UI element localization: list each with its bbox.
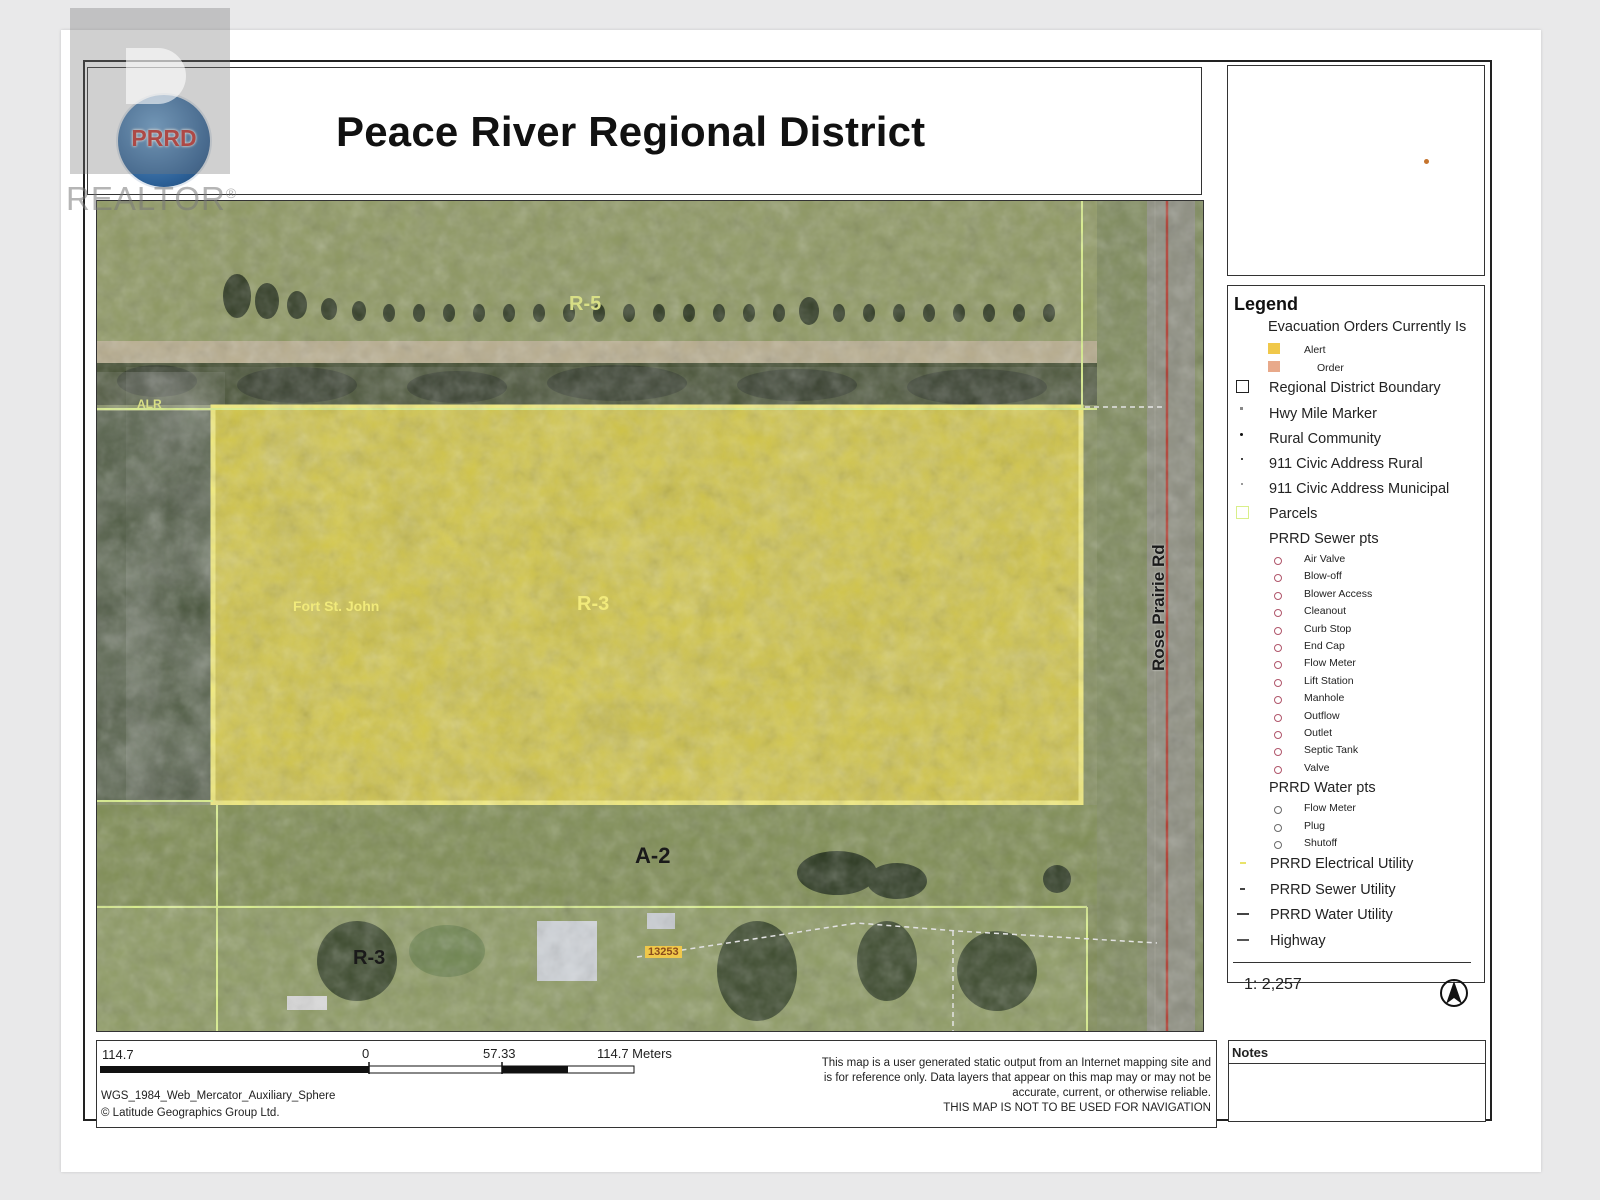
disclaimer-line-4: THIS MAP IS NOT TO BE USED FOR NAVIGATIO… — [943, 1102, 1211, 1114]
legend-water-utility: PRRD Water Utility — [1270, 907, 1393, 923]
watermark-word: REALTOR — [66, 180, 226, 217]
disclaimer-line-2: is for reference only. Data layers that … — [823, 1072, 1211, 1084]
legend-layer-sewer-pts: PRRD Sewer pts — [1269, 531, 1379, 547]
water-symbol-icon — [1274, 841, 1282, 849]
sewer-symbol-icon — [1274, 731, 1282, 739]
electrical-utility-icon — [1240, 862, 1246, 864]
sewer-utility-icon — [1240, 888, 1245, 890]
sewer-item: End Cap — [1304, 640, 1345, 652]
sewer-item: Manhole — [1304, 692, 1345, 705]
page-title: Peace River Regional District — [336, 108, 926, 155]
projection-text: WGS_1984_Web_Mercator_Auxiliary_Sphere — [101, 1090, 336, 1102]
legend-layer-rural-community: Rural Community — [1269, 431, 1381, 447]
sewer-item: Blow-off — [1304, 570, 1342, 583]
legend-sewer-utility: PRRD Sewer Utility — [1270, 882, 1396, 898]
sewer-item: Lift Station — [1304, 674, 1354, 687]
sewer-symbol-icon — [1274, 557, 1282, 565]
scale-label-zero: 0 — [362, 1046, 370, 1061]
sewer-item: Flow Meter — [1304, 657, 1356, 670]
legend-divider — [1233, 962, 1471, 963]
water-item: Shutoff — [1304, 837, 1338, 849]
legend-alert: Alert — [1304, 344, 1326, 356]
water-symbol-icon — [1274, 823, 1282, 832]
disclaimer-line-3: accurate, current, or otherwise reliable… — [1012, 1087, 1211, 1099]
map-scale-ratio: 1: 2,257 — [1244, 976, 1302, 993]
location-dot-icon — [1424, 159, 1429, 164]
legend-evacuation: Evacuation Orders Currently Is — [1268, 319, 1467, 335]
sewer-symbol-icon — [1274, 626, 1282, 635]
community-label: Fort St. John — [293, 598, 380, 614]
disclaimer-text: This map is a user generated static outp… — [822, 1056, 1211, 1116]
sewer-item: Outflow — [1304, 709, 1340, 722]
water-symbol-icon — [1274, 806, 1282, 814]
sewer-item: Valve — [1304, 761, 1330, 774]
north-arrow-icon — [1440, 979, 1468, 1007]
legend-layer-mile-marker: Hwy Mile Marker — [1269, 406, 1377, 422]
legend-layer-civic-municipal: 911 Civic Address Municipal — [1269, 481, 1450, 497]
scale-bar-graphic — [100, 1062, 635, 1074]
parcels-icon — [1236, 506, 1249, 519]
water-item: Plug — [1304, 819, 1326, 832]
civic-address-label: 13253 — [645, 946, 682, 958]
order-swatch-icon — [1268, 361, 1280, 372]
sewer-symbol-icon — [1274, 591, 1282, 600]
sewer-item: Air Valve — [1304, 553, 1346, 565]
zone-label-r3-south: R-3 — [353, 947, 386, 969]
sewer-item: Outlet — [1304, 727, 1333, 739]
sewer-item: Cleanout — [1304, 605, 1347, 618]
legend-title: Legend — [1234, 294, 1299, 314]
zone-label-a2: A-2 — [635, 843, 671, 868]
legend-layer-civic-rural: 911 Civic Address Rural — [1269, 456, 1423, 472]
scale-label-left: 114.7 — [102, 1047, 134, 1062]
sewer-item: Curb Stop — [1304, 622, 1352, 635]
rural-community-icon — [1240, 433, 1243, 436]
legend-water-pts: PRRD Water pts — [1269, 780, 1376, 796]
alr-label: ALR — [137, 397, 162, 411]
alert-swatch-icon — [1268, 343, 1280, 354]
legend-order: Order — [1317, 362, 1344, 374]
watermark-registered-mark: ® — [225, 185, 238, 201]
boundary-icon — [1236, 380, 1249, 393]
legend-layer-parcels: Parcels — [1269, 506, 1318, 522]
disclaimer-line-1: This map is a user generated static outp… — [821, 1057, 1211, 1069]
water-utility-icon — [1237, 913, 1249, 915]
sewer-symbol-icon — [1274, 713, 1282, 722]
copyright-text: © Latitude Geographics Group Ltd. — [101, 1107, 280, 1119]
road-label: Rose Prairie Rd — [1149, 544, 1168, 671]
scale-label-right: 114.7 Meters — [597, 1046, 672, 1061]
aerial-map-graphic — [97, 201, 1203, 1031]
sewer-symbol-icon — [1274, 678, 1282, 687]
sewer-symbol-icon — [1274, 765, 1282, 774]
sewer-item: Blower Access — [1304, 587, 1373, 600]
civic-rural-icon — [1241, 458, 1243, 460]
realtor-watermark: REALTOR® — [66, 8, 242, 220]
watermark-text: REALTOR® — [66, 180, 237, 218]
aerial-map[interactable]: R-5 ALR R-3 Fort St. John A-2 R-3 13253 … — [96, 200, 1204, 1032]
highway-icon — [1237, 939, 1249, 941]
legend-layer-boundary: Regional District Boundary — [1269, 380, 1441, 396]
water-item: Flow Meter — [1304, 802, 1356, 814]
sewer-item: Septic Tank — [1304, 744, 1359, 757]
overview-map-box — [1227, 65, 1485, 276]
realtor-logo-icon — [70, 8, 230, 174]
notes-title: Notes — [1232, 1045, 1269, 1060]
zone-label-r3-parcel: R-3 — [577, 593, 610, 615]
scale-label-mid: 57.33 — [483, 1046, 516, 1061]
civic-municipal-icon — [1241, 483, 1243, 485]
legend-highway: Highway — [1270, 933, 1326, 949]
legend-electrical-utility: PRRD Electrical Utility — [1270, 856, 1414, 872]
sewer-symbol-icon — [1274, 644, 1282, 652]
mile-marker-icon — [1240, 407, 1243, 410]
zone-label-r5: R-5 — [569, 293, 602, 315]
